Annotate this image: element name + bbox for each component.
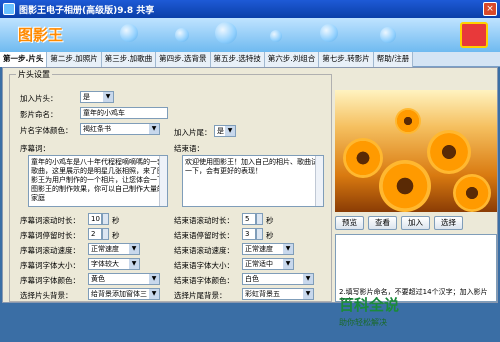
bubble-decoration bbox=[380, 27, 396, 43]
intro-move-time-label: 序幕词滚动时长： bbox=[20, 216, 80, 225]
tab-step1[interactable]: 第一步.片头 bbox=[0, 52, 48, 67]
flower-image bbox=[427, 130, 471, 174]
flower-image bbox=[343, 138, 383, 178]
app-icon bbox=[3, 3, 15, 15]
intro-speed-select[interactable]: 正常速度 ▼ bbox=[88, 243, 140, 255]
window-title: 图影王电子相册(高级版)9.8 共享 bbox=[19, 5, 155, 16]
intro-text-label: 序幕词： bbox=[20, 144, 50, 153]
intro-stay-time-label: 序幕词停留时长： bbox=[20, 231, 80, 240]
outro-stay-time-input[interactable]: 3 bbox=[242, 228, 256, 240]
tab-step4[interactable]: 第四步.选背景 bbox=[156, 52, 211, 67]
outro-color-label: 结束语字体颜色： bbox=[174, 276, 234, 285]
tab-step5[interactable]: 第五步.选特技 bbox=[210, 52, 265, 67]
close-button[interactable]: × bbox=[483, 2, 497, 16]
album-name-input[interactable]: 童年的小鸡车 bbox=[80, 107, 168, 119]
intro-color-label: 序幕词字体颜色： bbox=[20, 276, 80, 285]
outro-size-label: 结束语字体大小： bbox=[174, 261, 234, 270]
outro-stay-time-spinner[interactable] bbox=[256, 228, 263, 240]
name-color-label: 片名字体颜色： bbox=[20, 126, 73, 135]
tab-step2[interactable]: 第二步.加照片 bbox=[47, 52, 102, 67]
add-button[interactable]: 加入 bbox=[401, 216, 430, 230]
add-outro-select[interactable]: 是 ▼ bbox=[214, 125, 236, 137]
bubble-decoration bbox=[120, 24, 138, 42]
outro-move-time-label: 结束语滚动时长： bbox=[174, 216, 234, 225]
preview-button[interactable]: 预览 bbox=[335, 216, 364, 230]
bubble-decoration bbox=[320, 24, 338, 42]
outro-text-label: 结束语： bbox=[174, 144, 204, 153]
flower-image bbox=[453, 174, 491, 212]
tab-step7[interactable]: 第七步.转影片 bbox=[319, 52, 374, 67]
intro-move-time-input[interactable]: 10 bbox=[88, 213, 102, 225]
title-bar: 图影王电子相册(高级版)9.8 共享 × bbox=[0, 0, 500, 18]
outro-move-time-input[interactable]: 5 bbox=[242, 213, 256, 225]
intro-bg-label: 选择片头背景： bbox=[20, 291, 73, 300]
tab-step6[interactable]: 第六步.刘组合 bbox=[264, 52, 320, 67]
intro-stay-time-spinner[interactable] bbox=[102, 228, 109, 240]
intro-speed-label: 序幕词滚动速度： bbox=[20, 246, 80, 255]
intro-size-select[interactable]: 字体较大 ▼ bbox=[88, 258, 140, 270]
watermark-title: 百科全说 bbox=[339, 296, 400, 314]
intro-bg-select[interactable]: 给背景添加窗体三 ▼ bbox=[88, 288, 160, 300]
name-color-select[interactable]: 褐红条书 ▼ bbox=[80, 123, 160, 135]
outro-bg-select[interactable]: 彩虹背景五 ▼ bbox=[242, 288, 314, 300]
bubble-decoration bbox=[215, 22, 237, 44]
intro-move-time-spinner[interactable] bbox=[102, 213, 109, 225]
intro-color-select[interactable]: 黄色 ▼ bbox=[88, 273, 160, 285]
flower-image bbox=[379, 160, 431, 212]
watermark: 百科全说 助你轻松解决 bbox=[339, 294, 459, 342]
intro-stay-time-input[interactable]: 2 bbox=[88, 228, 102, 240]
add-intro-label: 加入片头： bbox=[20, 94, 58, 103]
tab-step3[interactable]: 第三步.加歌曲 bbox=[101, 52, 157, 67]
seconds-unit: 秒 bbox=[112, 216, 120, 225]
preview-buttons: 预览 查看 加入 选择 bbox=[335, 216, 497, 230]
outro-color-select[interactable]: 白色 ▼ bbox=[242, 273, 314, 285]
intro-size-label: 序幕词字体大小： bbox=[20, 261, 80, 270]
add-intro-select[interactable]: 是 ▼ bbox=[80, 91, 114, 103]
view-button[interactable]: 查看 bbox=[368, 216, 397, 230]
outro-speed-select[interactable]: 正常速度 ▼ bbox=[242, 243, 294, 255]
intro-text-area[interactable]: 童年的小鸡车是八十年代程程嘀嘀嗎的一套歌曲，这里展示的是明星几张相照，来了图影王… bbox=[28, 155, 168, 207]
album-name-label: 影片命名： bbox=[20, 110, 58, 119]
intro-settings-group: 片头设置 加入片头： 是 ▼ 影片命名： 童年的小鸡车 片名字体颜色： 褐红条书 ▼… bbox=[9, 69, 332, 302]
bubble-decoration bbox=[270, 30, 282, 42]
outro-text-area[interactable]: 欢迎使用图影王！加入自己的相片、歌曲试一下，会有更好的表现！ bbox=[182, 155, 324, 207]
help-text: 2.填写影片命名，不要超过14个汉字；加入影片名字... bbox=[335, 234, 497, 302]
banner: 图影王 bbox=[0, 18, 500, 52]
gift-icon bbox=[460, 22, 488, 48]
add-outro-label: 加入片尾： bbox=[174, 128, 212, 137]
outro-bg-label: 选择片尾背景： bbox=[174, 291, 227, 300]
flower-image bbox=[395, 108, 421, 134]
watermark-subtitle: 助你轻松解决 bbox=[339, 318, 387, 327]
seconds-unit: 秒 bbox=[266, 231, 274, 240]
outro-move-time-spinner[interactable] bbox=[256, 213, 263, 225]
main-content: 片头设置 加入片头： 是 ▼ 影片命名： 童年的小鸡车 片名字体颜色： 褐红条书 ▼… bbox=[2, 67, 498, 327]
photo-preview bbox=[335, 90, 497, 212]
step-tabs: 第一步.片头 第二步.加照片 第三步.加歌曲 第四步.选背景 第五步.选特技 第… bbox=[0, 52, 500, 67]
seconds-unit: 秒 bbox=[266, 216, 274, 225]
outro-speed-label: 结束语滚动速度： bbox=[174, 246, 234, 255]
outro-stay-time-label: 结束语停留时长： bbox=[174, 231, 234, 240]
bubble-decoration bbox=[175, 28, 189, 42]
select-button[interactable]: 选择 bbox=[434, 216, 463, 230]
tab-help[interactable]: 帮助/注册 bbox=[373, 52, 414, 67]
app-logo: 图影王 bbox=[18, 26, 64, 44]
seconds-unit: 秒 bbox=[112, 231, 120, 240]
group-title: 片头设置 bbox=[16, 69, 52, 80]
outro-size-select[interactable]: 正常适中 ▼ bbox=[242, 258, 294, 270]
